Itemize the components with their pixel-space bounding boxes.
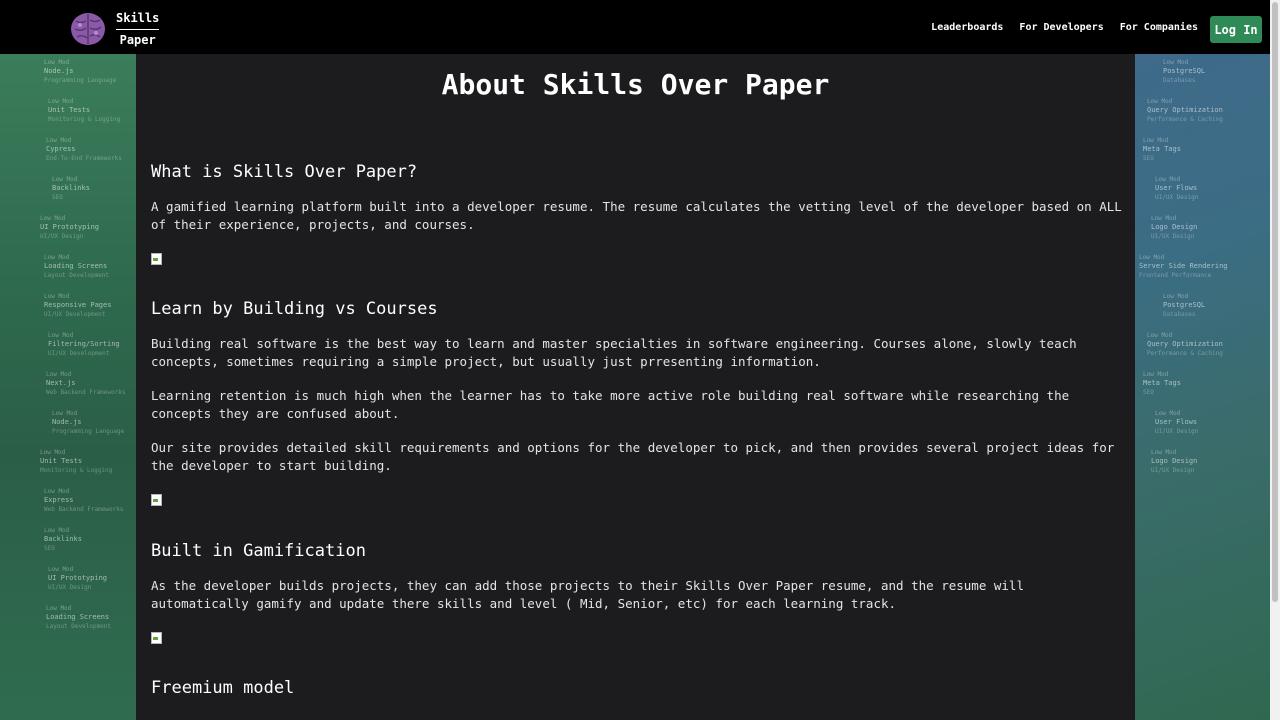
background-skill-chip: Low Mod Unit Tests Monitoring & Logging	[40, 449, 113, 474]
broken-image-icon	[151, 253, 162, 265]
background-skill-chip: Low Mod UI Prototyping UI/UX Design	[48, 566, 108, 591]
broken-image-icon	[151, 494, 162, 506]
background-skill-chip: Low Mod Logo Design UI/UX Design	[1151, 215, 1198, 240]
background-skill-chip: Low Mod Responsive Pages UI/UX Development	[44, 293, 112, 318]
background-right-panel: Low Mod PostgreSQL Databases Low Mod Query O…	[1135, 54, 1270, 720]
background-skill-chip: Low Mod Meta Tags SEO	[1143, 137, 1181, 162]
background-skill-chip: Low Mod Logo Design UI/UX Design	[1151, 449, 1198, 474]
logo-text: Skills Paper	[116, 8, 160, 50]
nav-leaderboards[interactable]: Leaderboards	[931, 22, 1003, 33]
background-skill-chip: Low Mod Filtering/Sorting UI/UX Developmen…	[48, 332, 120, 357]
section-heading-what-is: What is Skills Over Paper?	[151, 162, 418, 182]
background-skill-chip: Low Mod Unit Tests Monitoring & Logging	[48, 98, 121, 123]
background-skill-chip: Low Mod Meta Tags SEO	[1143, 371, 1181, 396]
section-heading-freemium: Freemium model	[151, 678, 295, 698]
main-nav: Leaderboards For Developers For Companie…	[931, 22, 1198, 33]
background-skill-chip: Low Mod Backlinks SEO	[44, 527, 82, 552]
page-scrollbar[interactable]	[1270, 0, 1280, 720]
background-skill-chip: Low Mod User Flows UI/UX Design	[1155, 410, 1199, 435]
background-skill-chip: Low Mod UI Prototyping UI/UX Design	[40, 215, 100, 240]
section-heading-learn-by-building: Learn by Building vs Courses	[151, 299, 438, 319]
section-paragraph: Our site provides detailed skill require…	[151, 440, 1115, 473]
background-skill-chip: Low Mod Cypress End-To-End Frameworks	[46, 137, 122, 162]
brain-icon	[71, 13, 105, 45]
background-skill-chip: Low Mod Express Web Backend Frameworks	[44, 488, 124, 513]
logo-line-2: Paper	[119, 33, 156, 47]
section-paragraph: Building real software is the best way t…	[151, 336, 1077, 369]
background-skill-chip: Low Mod Server Side Rendering Frontend Per…	[1139, 254, 1228, 279]
logo-line-1: Skills	[116, 8, 160, 30]
background-skill-chip: Low Mod Query Optimization Performance & C…	[1147, 98, 1223, 123]
site-logo[interactable]: Skills Paper	[70, 8, 160, 50]
background-skill-chip: Low Mod User Flows UI/UX Design	[1155, 176, 1199, 201]
background-skill-chip: Low Mod Loading Screens Layout Development	[44, 254, 110, 279]
nav-for-developers[interactable]: For Developers	[1019, 22, 1103, 33]
about-content: About Skills Over Paper What is Skills O…	[136, 54, 1135, 720]
section-heading-gamification: Built in Gamification	[151, 541, 366, 561]
login-button[interactable]: Log In	[1210, 16, 1262, 43]
background-skill-chip: Low Mod Next.js Web Backend Frameworks	[46, 371, 126, 396]
background-skill-chip: Low Mod Backlinks SEO	[52, 176, 90, 201]
background-skill-chip: Low Mod Query Optimization Performance & C…	[1147, 332, 1223, 357]
scrollbar-thumb[interactable]	[1272, 2, 1278, 602]
section-paragraph: Learning retention is much high when the…	[151, 388, 1070, 421]
nav-for-companies[interactable]: For Companies	[1120, 22, 1198, 33]
background-skill-chip: Low Mod PostgreSQL Databases	[1163, 59, 1206, 84]
background-skill-chip: Low Mod PostgreSQL Databases	[1163, 293, 1206, 318]
background-skill-chip: Low Mod Loading Screens Layout Development	[46, 605, 112, 630]
background-skill-chip: Low Mod Node.js Programming Language	[44, 59, 117, 84]
site-header: Skills Paper Leaderboards For Developers…	[0, 0, 1270, 54]
broken-image-icon	[151, 632, 162, 644]
section-paragraph: As the developer builds projects, they c…	[151, 578, 1024, 611]
background-skill-chip: Low Mod Node.js Programming Language	[52, 410, 125, 435]
section-paragraph: A gamified learning platform built into …	[151, 199, 1122, 232]
background-left-panel: Low Mod Node.js Programming Language Low Mo…	[0, 54, 136, 720]
page-title: About Skills Over Paper	[441, 68, 830, 101]
